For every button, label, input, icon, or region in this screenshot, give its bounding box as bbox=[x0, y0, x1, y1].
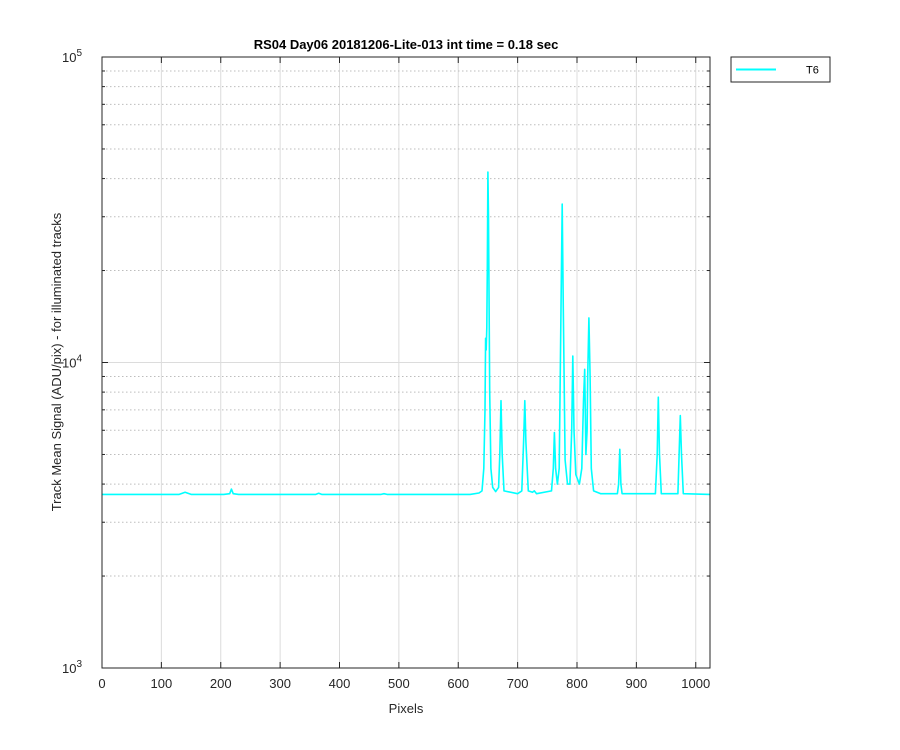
legend: T6 bbox=[730, 56, 831, 83]
x-tick-label: 0 bbox=[98, 676, 105, 691]
x-tick-label: 1000 bbox=[681, 676, 710, 691]
x-tick-label: 100 bbox=[151, 676, 173, 691]
legend-entry-t6: T6 bbox=[806, 65, 819, 77]
y-tick-base: 10 bbox=[62, 50, 76, 65]
y-tick-exponent: 5 bbox=[76, 48, 82, 59]
x-tick-label: 900 bbox=[626, 676, 648, 691]
x-tick-label: 800 bbox=[566, 676, 588, 691]
chart: 0 100 200 300 400 500 600 700 800 900 1000 1031041… bbox=[0, 0, 900, 750]
x-tick-label: 700 bbox=[507, 676, 529, 691]
x-tick-label: 500 bbox=[388, 676, 410, 691]
y-tick-exponent: 4 bbox=[76, 354, 82, 365]
x-axis-label: Pixels bbox=[389, 701, 424, 716]
y-tick-exponent: 3 bbox=[76, 659, 82, 670]
y-tick-base: 10 bbox=[62, 661, 76, 676]
x-tick-label: 300 bbox=[269, 676, 291, 691]
x-tick-label: 600 bbox=[447, 676, 469, 691]
x-tick-label: 400 bbox=[329, 676, 351, 691]
chart-title: RS04 Day06 20181206-Lite-013 int time = … bbox=[254, 37, 559, 52]
x-tick-label: 200 bbox=[210, 676, 232, 691]
y-axis-label: Track Mean Signal (ADU/pix) - for illumi… bbox=[49, 212, 64, 511]
y-tick-base: 10 bbox=[62, 356, 76, 371]
